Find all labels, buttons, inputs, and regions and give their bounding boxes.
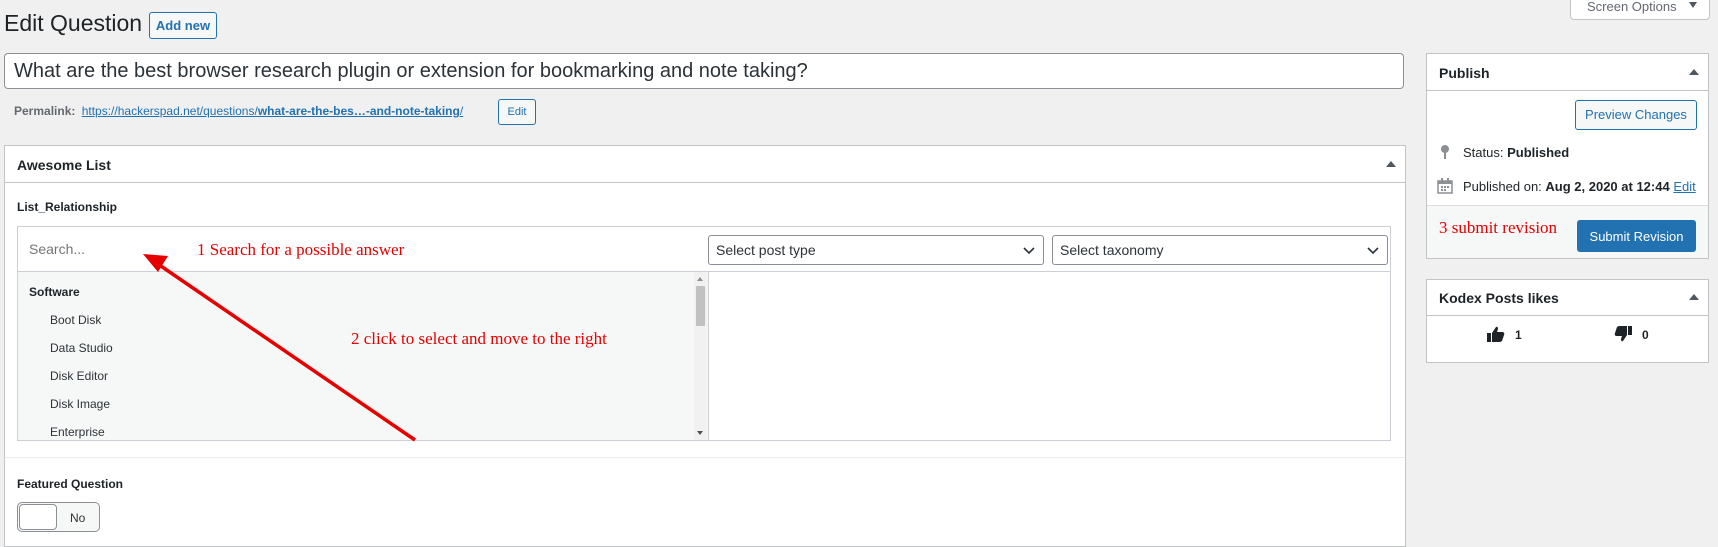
- field-divider: [5, 457, 1405, 458]
- taxonomy-select-value: Select taxonomy: [1060, 242, 1164, 258]
- permalink-edit-button[interactable]: Edit: [498, 99, 536, 125]
- status-label: Status:: [1463, 145, 1504, 160]
- pin-icon: [1441, 145, 1449, 159]
- collapse-icon[interactable]: [1689, 69, 1699, 75]
- choices-group-label: Software: [29, 285, 80, 299]
- list-item[interactable]: Enterprise: [50, 425, 105, 439]
- likes-count: 1: [1515, 328, 1522, 342]
- chevron-down-icon: [1023, 247, 1035, 255]
- awesome-list-header[interactable]: Awesome List: [5, 146, 1405, 183]
- page-title: Edit Question: [4, 10, 143, 36]
- permalink-base: https://hackerspad.net/questions/: [81, 104, 258, 118]
- caret-down-icon: [1689, 2, 1697, 8]
- publish-box: Publish Preview Changes Status: Publishe…: [1426, 53, 1709, 259]
- likes-box: Kodex Posts likes 1 0: [1426, 279, 1709, 363]
- published-on-edit-link[interactable]: Edit: [1673, 179, 1695, 194]
- permalink-slug: what-are-the-bes…-and-note-taking: [257, 104, 460, 118]
- permalink-label: Permalink:: [14, 104, 76, 118]
- likes-header[interactable]: Kodex Posts likes: [1427, 280, 1708, 316]
- selected-values-list[interactable]: [709, 272, 1390, 440]
- publish-title: Publish: [1439, 65, 1490, 81]
- list-item[interactable]: Data Studio: [50, 341, 113, 355]
- published-on-label: Published on:: [1463, 179, 1542, 194]
- chevron-down-icon: [1367, 247, 1379, 255]
- post-type-select-value: Select post type: [716, 242, 816, 258]
- toggle-value: No: [70, 511, 86, 525]
- list-item[interactable]: Disk Image: [50, 397, 110, 411]
- add-new-button[interactable]: Add new: [149, 12, 217, 39]
- preview-changes-button[interactable]: Preview Changes: [1575, 100, 1697, 130]
- post-title-input[interactable]: What are the best browser research plugi…: [4, 53, 1404, 89]
- submit-revision-button[interactable]: Submit Revision: [1577, 220, 1696, 252]
- publish-header[interactable]: Publish: [1427, 54, 1708, 91]
- permalink-row: Permalink: https://hackerspad.net/questi…: [14, 104, 463, 118]
- awesome-list-title: Awesome List: [17, 157, 111, 173]
- featured-toggle[interactable]: No: [17, 502, 100, 532]
- annotation-step-3: 3 submit revision: [1439, 218, 1558, 237]
- screen-options-button[interactable]: Screen Options: [1570, 0, 1710, 20]
- status-row: Status: Published: [1463, 145, 1569, 160]
- screen-options-label: Screen Options: [1587, 0, 1677, 14]
- post-type-select[interactable]: Select post type: [708, 235, 1044, 265]
- post-title-text: What are the best browser research plugi…: [14, 60, 808, 82]
- publish-actions: 3 submit revision Submit Revision: [1427, 205, 1708, 258]
- annotation-step-2: 2 click to select and move to the right: [351, 329, 607, 348]
- collapse-icon[interactable]: [1689, 294, 1699, 300]
- thumbs-down-icon: [1614, 326, 1632, 342]
- permalink-end: /: [459, 104, 464, 118]
- published-on-row: Published on: Aug 2, 2020 at 12:44 Edit: [1463, 179, 1696, 194]
- likes-title: Kodex Posts likes: [1439, 290, 1559, 306]
- calendar-icon: [1437, 178, 1453, 194]
- dislikes-count: 0: [1642, 328, 1649, 342]
- scrollbar-thumb[interactable]: [696, 286, 705, 326]
- published-on-value: Aug 2, 2020 at 12:44: [1545, 179, 1670, 194]
- permalink-link[interactable]: https://hackerspad.net/questions/what-ar…: [82, 104, 463, 118]
- thumbs-up-icon: [1487, 326, 1505, 342]
- taxonomy-select[interactable]: Select taxonomy: [1052, 235, 1388, 265]
- scroll-up-arrow[interactable]: [697, 277, 703, 281]
- featured-question-label: Featured Question: [17, 477, 124, 491]
- toggle-handle: [19, 504, 57, 530]
- collapse-icon[interactable]: [1386, 161, 1396, 167]
- annotation-step-1: 1 Search for a possible answer: [197, 240, 405, 259]
- scrollbar[interactable]: [694, 272, 707, 440]
- awesome-list-box: Awesome List List_Relationship Select po…: [4, 145, 1406, 547]
- scroll-down-arrow[interactable]: [697, 431, 703, 435]
- list-item[interactable]: Disk Editor: [50, 369, 108, 383]
- list-relationship-label: List_Relationship: [17, 200, 118, 214]
- choices-list: Software Boot Disk Data Studio Disk Edit…: [18, 272, 709, 440]
- list-item[interactable]: Boot Disk: [50, 313, 101, 327]
- status-value: Published: [1507, 145, 1570, 160]
